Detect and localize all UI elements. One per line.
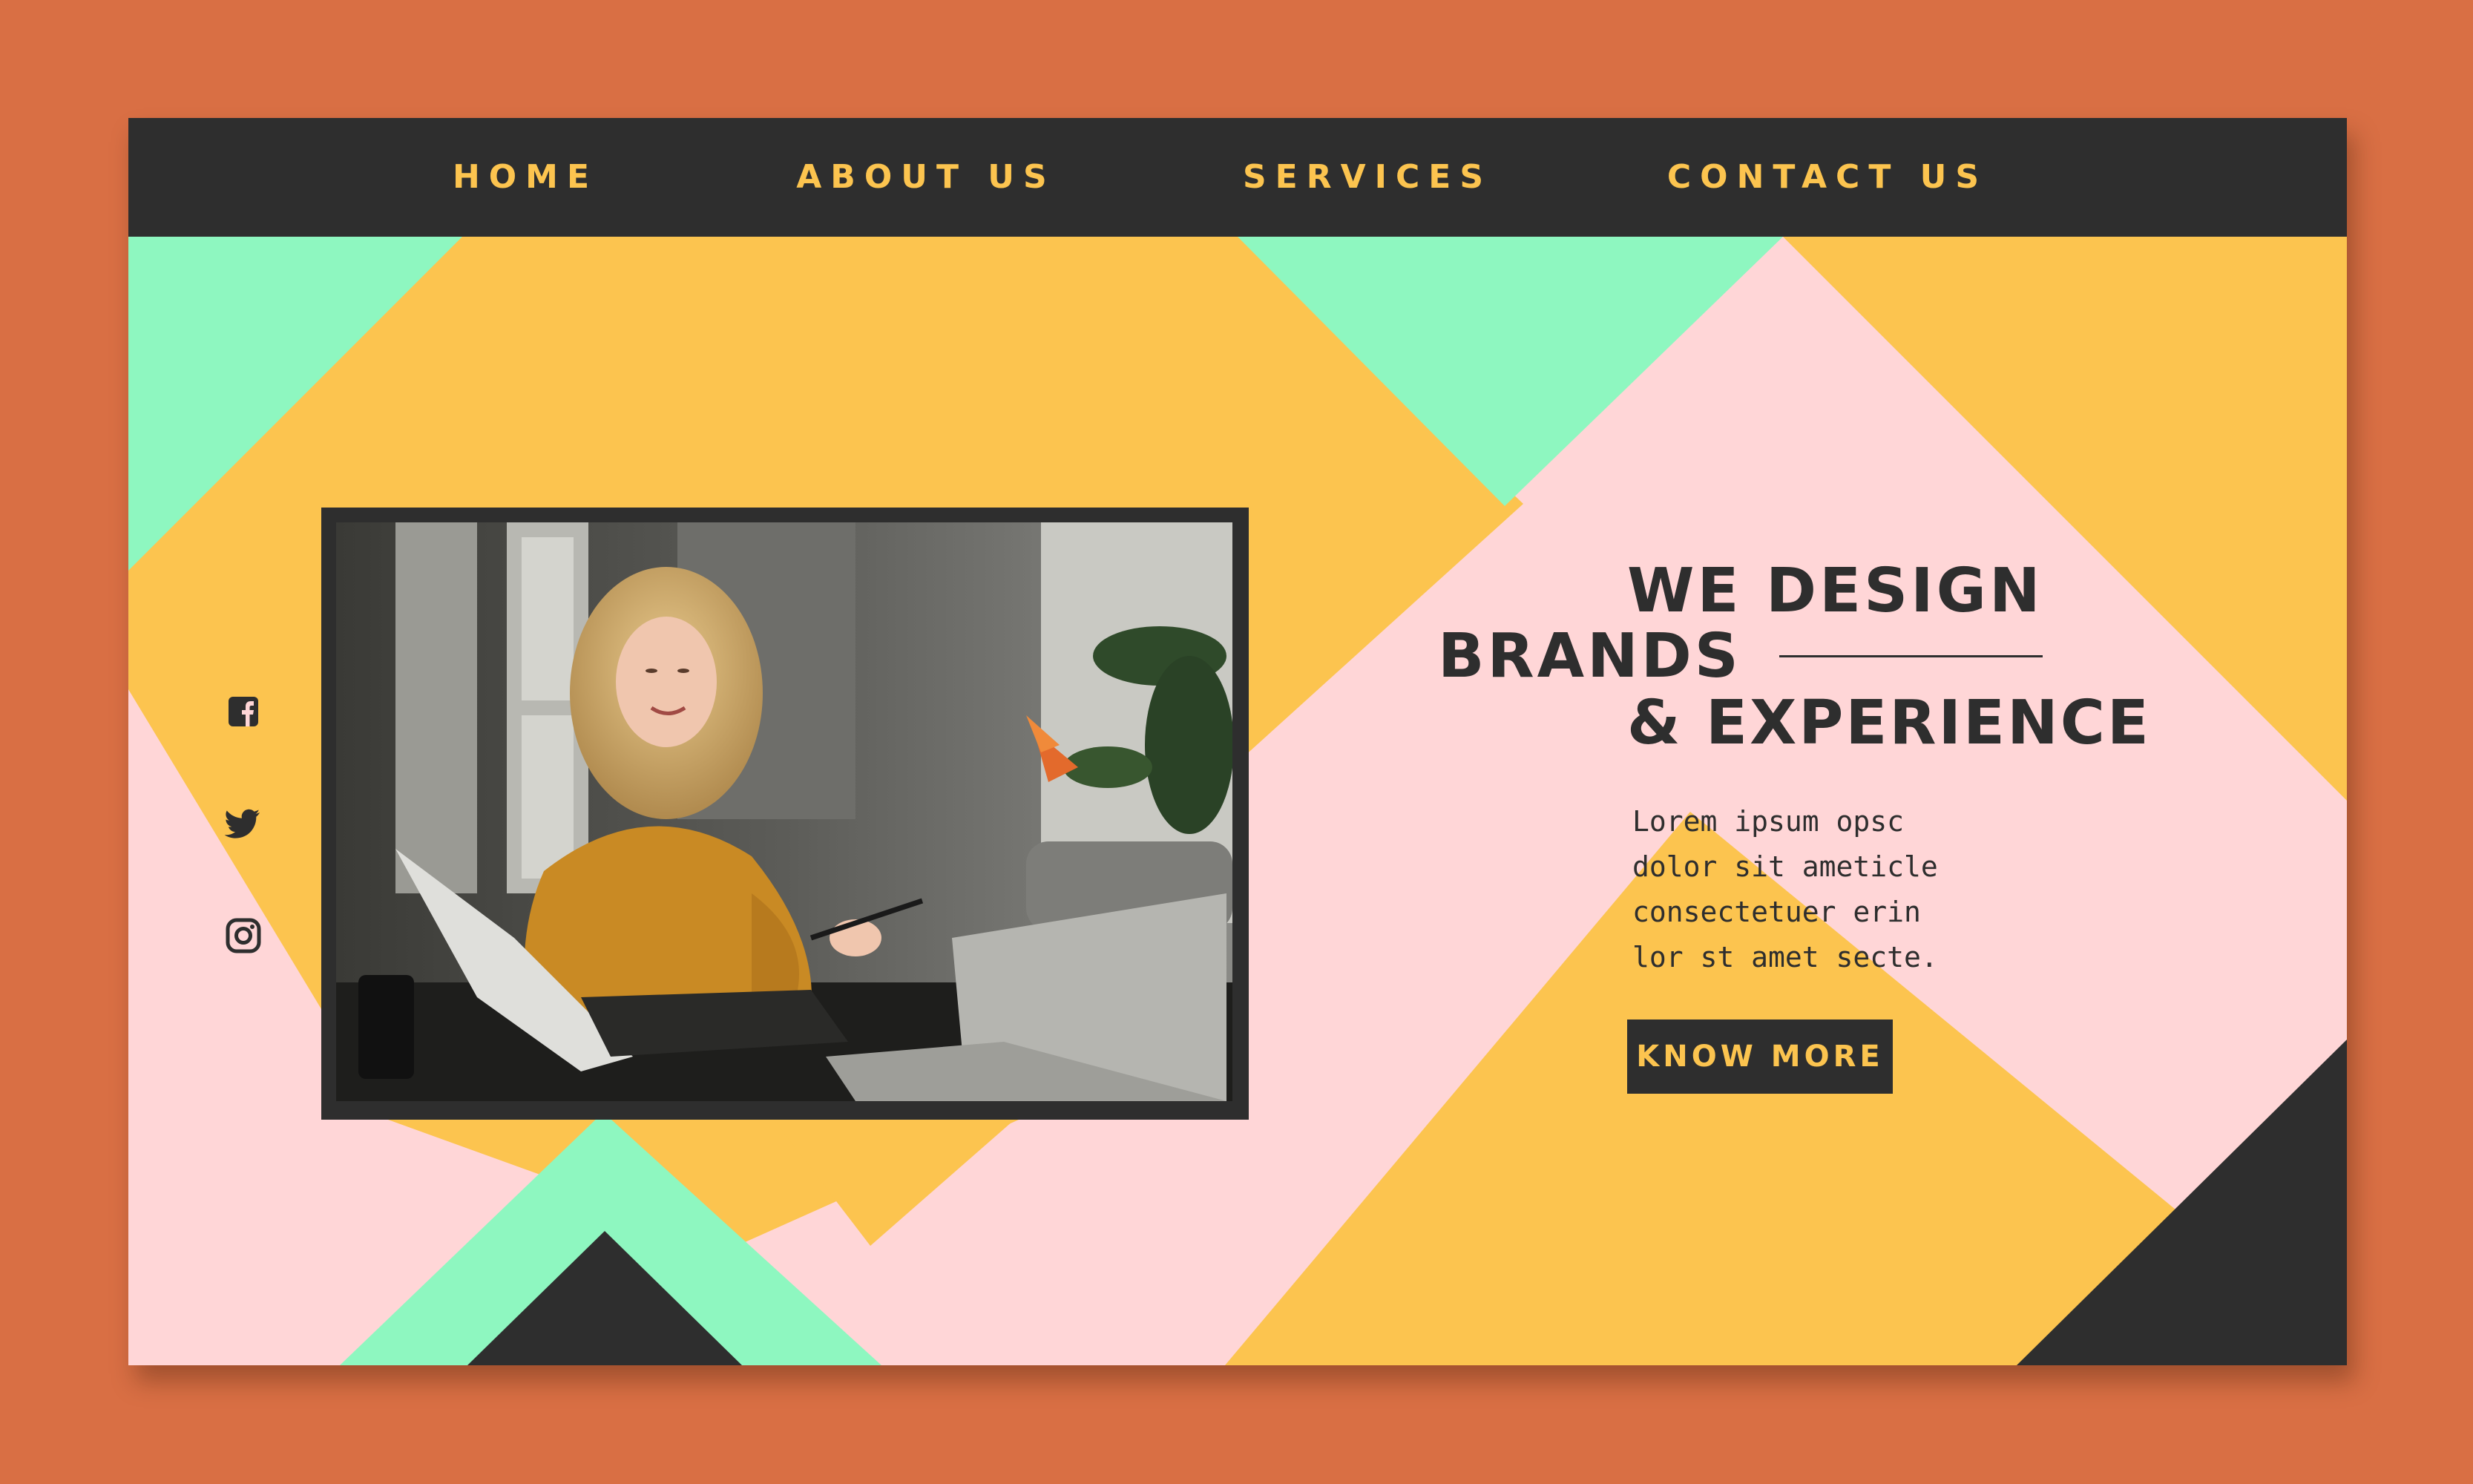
hero-title-line-1: WE DESIGN — [1627, 556, 2043, 626]
description-line: lor st amet secte. — [1632, 941, 1938, 974]
nav-contact-us[interactable]: CONTACT US — [1649, 118, 2006, 237]
hero-title-line-2: BRANDS — [1438, 621, 1741, 692]
description-line: dolor sit ameticle — [1632, 850, 1938, 883]
facebook-icon[interactable] — [221, 689, 266, 734]
nav-home[interactable]: HOME — [410, 118, 640, 237]
instagram-icon[interactable] — [221, 913, 266, 958]
title-divider — [1779, 655, 2043, 657]
nav-about-us[interactable]: ABOUT US — [766, 118, 1086, 237]
description-line: Lorem ipsum opsc — [1632, 805, 1905, 838]
know-more-button[interactable]: KNOW MORE — [1627, 1020, 1893, 1094]
hero-photo-frame — [321, 508, 1249, 1120]
hero-title-line-3: & EXPERIENCE — [1627, 688, 2151, 758]
hero-photo — [336, 522, 1232, 1101]
landing-page: HOME ABOUT US SERVICES CONTACT US WE DES… — [128, 118, 2347, 1365]
hero-description: Lorem ipsum opsc dolor sit ameticle cons… — [1632, 799, 1944, 980]
description-line: consectetuer erin — [1632, 896, 1921, 928]
twitter-icon[interactable] — [221, 801, 266, 845]
navbar: HOME ABOUT US SERVICES CONTACT US — [128, 118, 2347, 237]
nav-services[interactable]: SERVICES — [1204, 118, 1531, 237]
